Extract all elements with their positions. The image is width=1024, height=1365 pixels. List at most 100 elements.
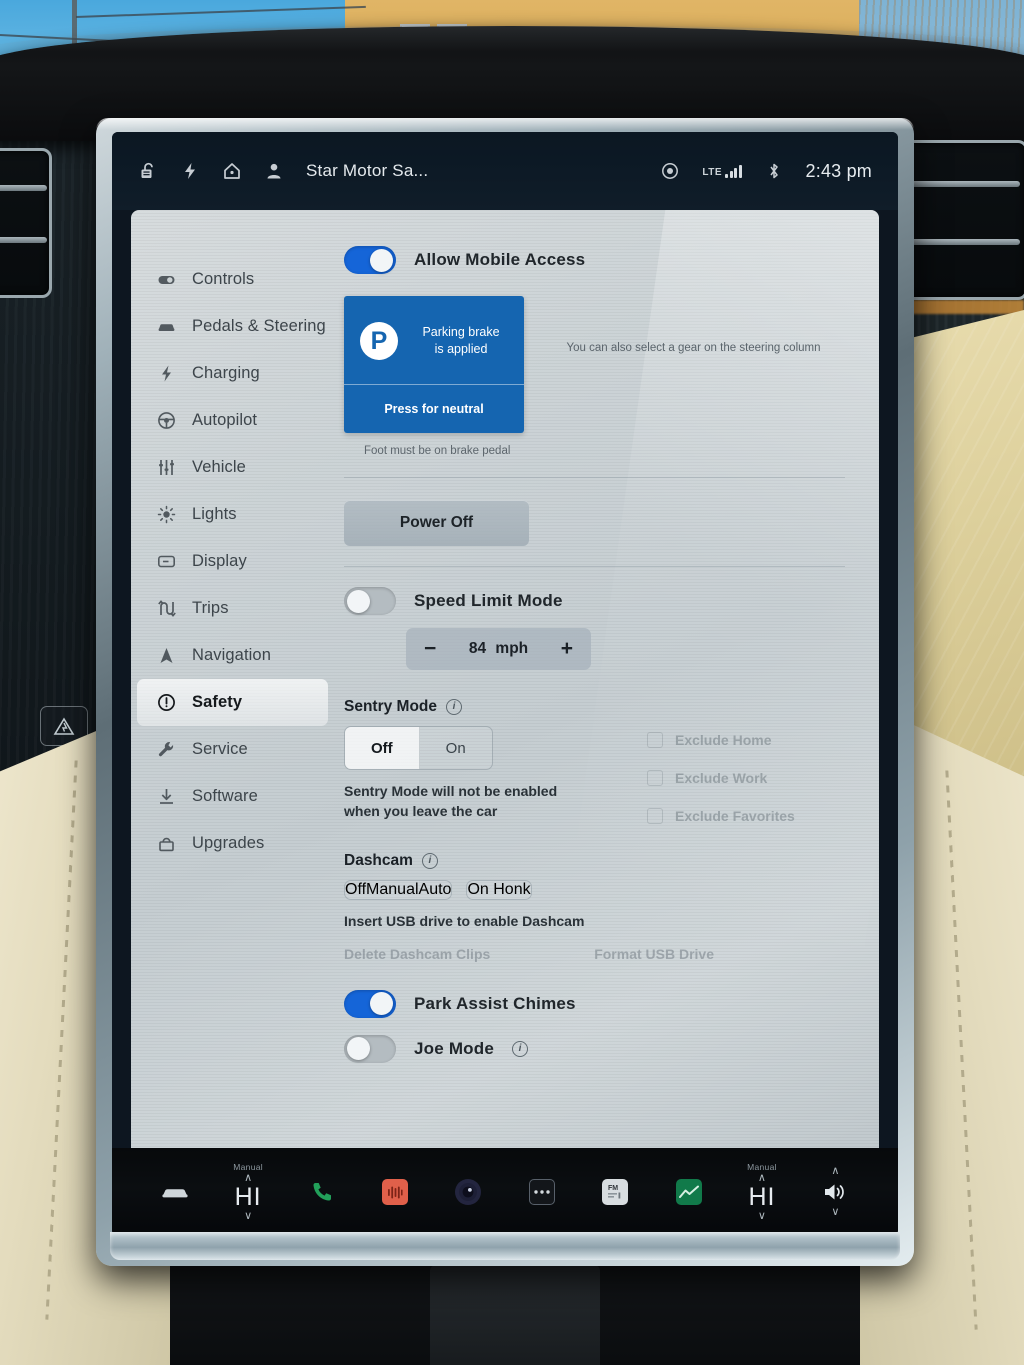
sidebar-item-autopilot[interactable]: Autopilot (137, 397, 328, 444)
sun-icon (157, 505, 176, 524)
checkbox-icon (647, 808, 663, 824)
info-icon[interactable]: i (421, 852, 438, 869)
park-assist-chimes-toggle[interactable] (344, 989, 396, 1018)
sidebar-item-charging[interactable]: Charging (137, 350, 328, 397)
settings-sidebar: Controls Pedals & Steering Charging Auto… (131, 210, 336, 1148)
dashcam-title-row: Dashcam i (344, 852, 845, 870)
press-for-neutral-button[interactable]: Press for neutral (344, 385, 524, 433)
parking-brake-status-text: Parking brake is applied (412, 324, 510, 358)
joe-mode-row[interactable]: Joe Mode i (344, 1034, 845, 1063)
parking-brake-line1: Parking brake (422, 325, 500, 340)
steering-wheel-icon (157, 411, 176, 430)
allow-mobile-access-row[interactable]: Allow Mobile Access (344, 246, 845, 274)
sidebar-item-safety[interactable]: Safety (137, 679, 328, 726)
driver-temp-value: HI (234, 1183, 262, 1211)
park-assist-chimes-row[interactable]: Park Assist Chimes (344, 989, 845, 1018)
speed-limit-stepper[interactable]: − 84 mph + (406, 628, 591, 670)
sidebar-item-label: Autopilot (192, 411, 258, 429)
bolt-icon (157, 364, 176, 383)
sidebar-item-controls[interactable]: Controls (137, 256, 328, 303)
dashcam-on-honk-box[interactable]: On Honk (466, 879, 532, 900)
exclude-home-checkbox[interactable]: Exclude Home (647, 722, 825, 758)
exclude-work-checkbox[interactable]: Exclude Work (647, 760, 825, 796)
dock-volume-control[interactable]: ∧ ∨ (799, 1148, 872, 1236)
touchscreen-bezel: Star Motor Sa... LTE 2:43 pm Controls Pe… (96, 118, 914, 1266)
touchscreen[interactable]: Star Motor Sa... LTE 2:43 pm Controls Pe… (112, 132, 898, 1236)
dock-radio-button[interactable]: FM (578, 1148, 651, 1236)
sentry-mode-segmented-control[interactable]: Off On (344, 726, 493, 770)
settings-panel: Controls Pedals & Steering Charging Auto… (131, 210, 879, 1148)
speed-limit-number: 84 (468, 640, 487, 657)
lightning-bolt-icon[interactable] (180, 161, 200, 181)
joe-mode-toggle[interactable] (344, 1034, 396, 1063)
format-usb-drive-button[interactable]: Format USB Drive (594, 946, 714, 962)
sidebar-item-lights[interactable]: Lights (137, 491, 328, 538)
dashcam-record-icon[interactable] (660, 161, 680, 181)
unlocked-padlock-icon[interactable] (138, 161, 158, 181)
sentry-mode-section: Sentry Mode i Off On Sentry Mode will no… (344, 698, 845, 824)
signal-bars (725, 164, 742, 178)
sentry-mode-exclusions: Exclude Home Exclude Work Exclude Favori… (647, 722, 825, 836)
air-vent-left[interactable] (0, 148, 52, 298)
clock: 2:43 pm (805, 160, 872, 181)
speaker-icon[interactable] (821, 1178, 849, 1206)
volume-up-button[interactable]: ∧ (831, 1166, 839, 1177)
bluetooth-icon[interactable] (764, 161, 784, 181)
speed-limit-decrease-button[interactable]: − (424, 637, 436, 661)
dock-media-button[interactable] (358, 1148, 431, 1236)
dock-energy-button[interactable] (652, 1148, 725, 1236)
power-off-button[interactable]: Power Off (344, 500, 529, 546)
phone-icon (308, 1178, 336, 1206)
dashcam-option-manual[interactable]: Manual (366, 881, 418, 899)
sidebar-item-software[interactable]: Software (137, 773, 328, 820)
dashcam-option-auto[interactable]: Auto (419, 881, 452, 899)
sidebar-item-trips[interactable]: Trips (137, 585, 328, 632)
info-icon[interactable]: i (446, 699, 463, 715)
exclude-favorites-checkbox[interactable]: Exclude Favorites (647, 798, 825, 834)
dock-more-apps-button[interactable] (505, 1148, 578, 1236)
passenger-temp-down-button[interactable]: ∨ (758, 1211, 766, 1222)
dock-car-button[interactable] (138, 1148, 211, 1236)
dock-driver-temperature[interactable]: Manual ∧ HI ∨ (211, 1148, 284, 1236)
speed-limit-mode-row[interactable]: Speed Limit Mode (344, 587, 845, 615)
air-vent-right[interactable] (898, 140, 1024, 300)
dashcam-option-off[interactable]: Off (345, 881, 366, 899)
dock-camera-button[interactable] (432, 1148, 505, 1236)
parking-brake-card[interactable]: P Parking brake is applied Press for neu… (344, 296, 524, 433)
sentry-mode-option-on[interactable]: On (420, 727, 492, 769)
sidebar-item-pedals-steering[interactable]: Pedals & Steering (137, 303, 328, 350)
sidebar-item-label: Controls (192, 270, 255, 288)
cellular-signal-icon: LTE (702, 164, 742, 178)
volume-down-button[interactable]: ∨ (831, 1207, 839, 1218)
profile-icon[interactable] (264, 161, 284, 181)
dock-passenger-temperature[interactable]: Manual ∧ HI ∨ (725, 1148, 798, 1236)
status-bar: Star Motor Sa... LTE 2:43 pm (112, 132, 898, 210)
info-icon[interactable]: i (512, 1040, 529, 1057)
more-dots-icon (528, 1179, 555, 1205)
checkbox-icon (647, 732, 663, 748)
profile-name[interactable]: Star Motor Sa... (306, 161, 428, 181)
warning-circle-icon (157, 693, 176, 712)
speed-limit-increase-button[interactable]: + (561, 637, 573, 661)
sidebar-item-label: Navigation (192, 646, 271, 664)
home-icon[interactable] (222, 161, 242, 181)
dashcam-option-on-honk[interactable]: On Honk (467, 881, 530, 899)
sidebar-item-display[interactable]: Display (137, 538, 328, 585)
sidebar-item-service[interactable]: Service (137, 726, 328, 773)
sidebar-item-label: Display (192, 552, 247, 570)
sidebar-item-upgrades[interactable]: Upgrades (137, 820, 328, 867)
parking-brake-status: P Parking brake is applied (344, 296, 524, 384)
checkbox-icon (647, 770, 663, 786)
delete-dashcam-clips-button[interactable]: Delete Dashcam Clips (344, 946, 490, 962)
driver-temp-down-button[interactable]: ∨ (244, 1211, 252, 1222)
allow-mobile-access-toggle[interactable] (344, 246, 396, 274)
sentry-mode-option-off[interactable]: Off (345, 727, 420, 769)
sidebar-item-navigation[interactable]: Navigation (137, 632, 328, 679)
dock-phone-button[interactable] (285, 1148, 358, 1236)
speed-limit-mode-toggle[interactable] (344, 587, 396, 615)
dashcam-segmented-control[interactable]: Off Manual Auto (344, 879, 453, 900)
exclude-favorites-label: Exclude Favorites (675, 808, 795, 824)
sidebar-item-label: Upgrades (192, 834, 265, 852)
speed-limit-unit: mph (495, 640, 529, 657)
sidebar-item-vehicle[interactable]: Vehicle (137, 444, 328, 491)
